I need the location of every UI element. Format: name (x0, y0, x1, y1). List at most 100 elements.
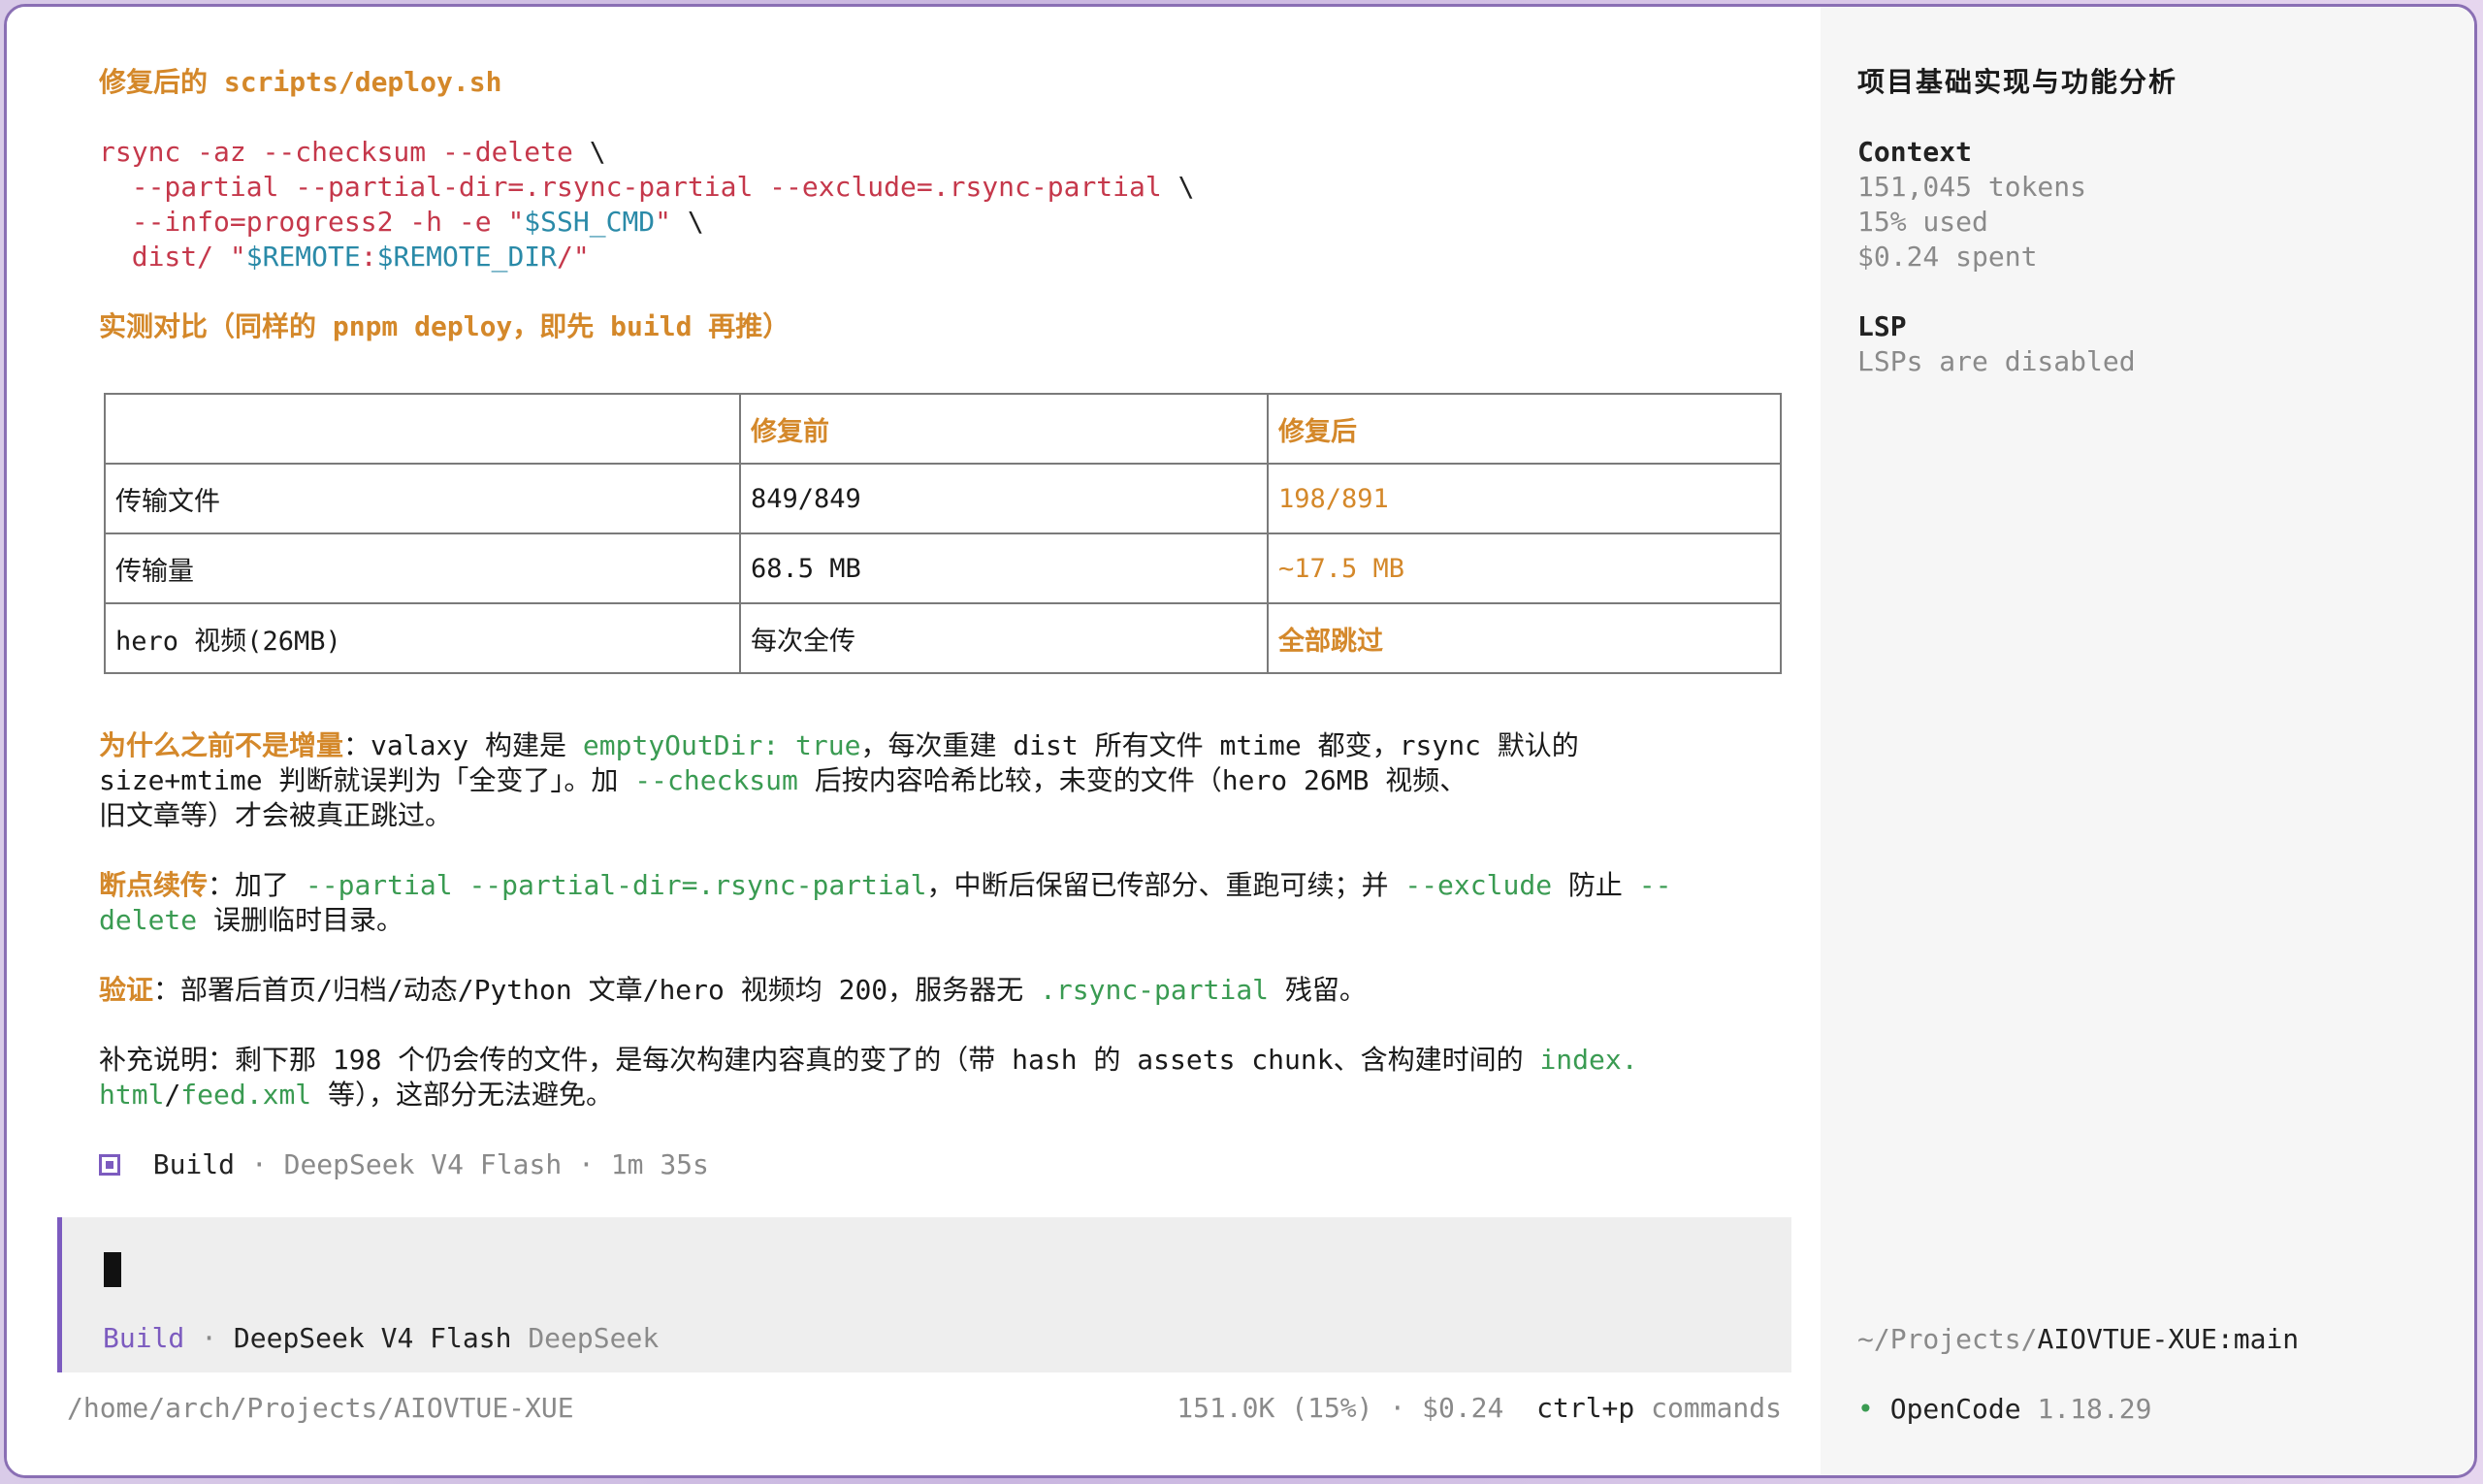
table-cell: 传输文件 (104, 463, 741, 534)
paragraph-text: 等），这部分无法避免。 (311, 1079, 614, 1111)
paragraph-note-line-1: 补充说明：剩下那 198 个仍会传的文件，是每次构建内容真的变了的（带 hash… (99, 1043, 1638, 1078)
status-dot-icon: • (1857, 1393, 1874, 1425)
app-version: 1.18.29 (2037, 1393, 2152, 1425)
code-line-2: --partial --partial-dir=.rsync-partial -… (99, 170, 1195, 205)
paragraph-text: 防止 (1552, 869, 1639, 901)
paragraph-incremental-line-3: 旧文章等）才会被真正跳过。 (99, 799, 453, 831)
table-cell: 849/849 (739, 463, 1269, 534)
inline-code: .rsync-partial (1040, 974, 1270, 1006)
inline-code: feed.xml (180, 1079, 312, 1111)
terminal-window: 修复后的 scripts/deploy.sh rsync -az --check… (4, 4, 2477, 1478)
comparison-table: 修复前 修复后 传输文件 849/849 198/891 传输量 68.5 MB… (104, 393, 1782, 674)
git-branch-info: ~/Projects/AIOVTUE-XUE:main (1857, 1322, 2299, 1357)
input-model-name[interactable]: DeepSeek V4 Flash (234, 1322, 512, 1354)
footer-stats: 151.0K (15%) · $0.24 ctrl+p commands (1177, 1392, 1782, 1424)
table-header-cell (104, 393, 741, 465)
build-mode-label: Build (152, 1148, 236, 1180)
paragraph-resume-line-2: delete 误删临时目录。 (99, 903, 403, 938)
separator: · (1372, 1392, 1423, 1424)
paragraph-text: / (164, 1079, 181, 1111)
build-model-name: DeepSeek V4 Flash (283, 1148, 563, 1180)
code-path-end: /" (557, 241, 590, 273)
table-header-cell: 修复前 (739, 393, 1269, 465)
session-title: 项目基础实现与功能分析 (1857, 66, 2178, 98)
code-line-continuation: \ (671, 206, 704, 238)
code-dist-arg: dist/ (99, 241, 230, 273)
inline-code: --partial --partial-dir=.rsync-partial (305, 869, 927, 901)
code-line-4: dist/ "$REMOTE:$REMOTE_DIR/" (99, 240, 590, 274)
paragraph-verify: 验证：部署后首页/归档/动态/Python 文章/hero 视频均 200，服务… (99, 973, 1367, 1008)
paragraph-text: ，中断后保留已传部分、重跑可续；并 (926, 869, 1405, 901)
prompt-input[interactable]: Build · DeepSeek V4 Flash DeepSeek (57, 1217, 1791, 1372)
commands-label: commands (1651, 1392, 1782, 1424)
code-quote: " (229, 241, 246, 273)
paragraph-text: ：加了 (208, 869, 306, 901)
code-line-continuation: \ (1161, 171, 1195, 203)
chat-panel: 修复后的 scripts/deploy.sh rsync -az --check… (7, 7, 1821, 1475)
inline-code: delete (99, 904, 198, 936)
inline-code: emptyOutDir: true (582, 729, 861, 761)
context-spent: $0.24 spent (1857, 241, 2038, 273)
context-used: 15% used (1857, 206, 1988, 238)
footer-cost: $0.24 (1422, 1392, 1504, 1424)
code-line-continuation: \ (572, 136, 606, 168)
paragraph-note-line-2: html/feed.xml 等），这部分无法避免。 (99, 1078, 613, 1113)
build-status-line: Build · DeepSeek V4 Flash · 1m 35s (99, 1147, 709, 1182)
paragraph-text: 补充说明：剩下那 198 个仍会传的文件，是每次构建内容真的变了的（带 hash… (99, 1044, 1540, 1076)
table-cell: ~17.5 MB (1267, 532, 1782, 604)
separator: · (562, 1148, 611, 1180)
context-heading: Context (1857, 136, 1973, 168)
paragraph-incremental-line-1: 为什么之前不是增量：valaxy 构建是 emptyOutDir: true，每… (99, 728, 1579, 763)
build-square-icon (99, 1154, 120, 1176)
code-partial-options: --partial --partial-dir=.rsync-partial -… (99, 171, 1162, 203)
commands-shortcut[interactable]: ctrl+p (1536, 1392, 1634, 1424)
separator: · (235, 1148, 284, 1180)
code-var-remote: $REMOTE (245, 241, 361, 273)
input-mode-label[interactable]: Build (103, 1322, 184, 1354)
table-cell: hero 视频(26MB) (104, 602, 741, 674)
table-row: 传输文件 849/849 198/891 (104, 463, 1782, 534)
context-tokens: 151,045 tokens (1857, 171, 2087, 203)
table-row: 传输量 68.5 MB ~17.5 MB (104, 532, 1782, 604)
inline-code: -- (1638, 869, 1672, 901)
text-cursor (104, 1252, 121, 1287)
code-var-remote-dir: $REMOTE_DIR (376, 241, 558, 273)
build-duration: 1m 35s (610, 1148, 709, 1180)
branch-path-prefix: ~/Projects/ (1857, 1323, 2038, 1355)
paragraph-label: 断点续传 (99, 869, 209, 901)
paragraph-label: 为什么之前不是增量 (99, 729, 344, 761)
paragraph-incremental-line-2: size+mtime 判断就误判为「全变了」。加 --checksum 后按内容… (99, 763, 1467, 798)
working-directory: /home/arch/Projects/AIOVTUE-XUE (67, 1392, 574, 1424)
branch-repo-name: AIOVTUE-XUE:main (2037, 1323, 2300, 1355)
table-cell: 68.5 MB (739, 532, 1269, 604)
footer-token-usage: 151.0K (15%) (1177, 1392, 1373, 1424)
inline-code: --exclude (1404, 869, 1553, 901)
app-version-info: • OpenCode 1.18.29 (1857, 1392, 2151, 1427)
table-cell: 传输量 (104, 532, 741, 604)
section-heading-deploy: 修复后的 scripts/deploy.sh (99, 66, 502, 98)
code-line-3: --info=progress2 -h -e "$SSH_CMD" \ (99, 205, 704, 240)
paragraph-text: 残留。 (1269, 974, 1367, 1006)
paragraph-text: 误删临时目录。 (197, 904, 404, 936)
code-info-options: --info=progress2 -h -e (99, 206, 508, 238)
lsp-heading: LSP (1857, 310, 1907, 342)
input-provider-name: DeepSeek (528, 1322, 660, 1354)
table-header-row: 修复前 修复后 (104, 393, 1782, 465)
app-name: OpenCode (1889, 1393, 2021, 1425)
table-header-cell: 修复后 (1267, 393, 1782, 465)
inline-code: html (99, 1079, 165, 1111)
lsp-status: LSPs are disabled (1857, 345, 2136, 377)
table-cell: 全部跳过 (1267, 602, 1782, 674)
code-line-1: rsync -az --checksum --delete \ (99, 135, 606, 170)
code-colon: : (360, 241, 377, 273)
code-quote: " (655, 206, 672, 238)
input-model-info: Build · DeepSeek V4 Flash DeepSeek (103, 1322, 659, 1354)
paragraph-text: ：部署后首页/归档/动态/Python 文章/hero 视频均 200，服务器无 (153, 974, 1041, 1006)
code-var-ssh-cmd: $SSH_CMD (524, 206, 656, 238)
paragraph-text: 后按内容哈希比较，未变的文件（hero 26MB 视频、 (797, 764, 1467, 796)
table-row: hero 视频(26MB) 每次全传 全部跳过 (104, 602, 1782, 674)
paragraph-resume-line-1: 断点续传：加了 --partial --partial-dir=.rsync-p… (99, 868, 1672, 903)
table-cell: 每次全传 (739, 602, 1269, 674)
paragraph-text: size+mtime 判断就误判为「全变了」。加 (99, 764, 635, 796)
inline-code: index. (1539, 1044, 1638, 1076)
